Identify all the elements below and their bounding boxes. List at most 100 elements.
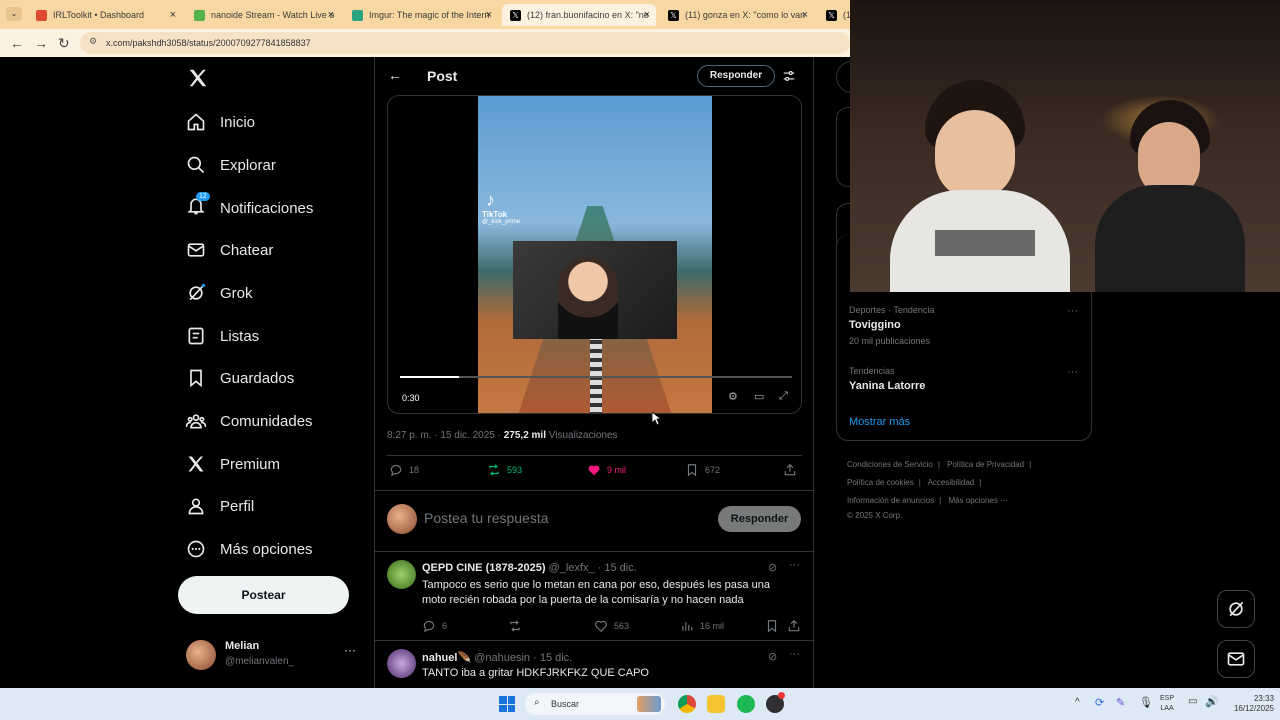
footer-link[interactable]: Información de anuncios (847, 496, 934, 505)
x-logo-icon[interactable] (187, 67, 209, 89)
reply-action[interactable]: 6 (422, 619, 447, 633)
chrome-icon[interactable] (678, 695, 696, 713)
picture-in-picture-icon[interactable]: ▭ (754, 390, 764, 403)
nav-item-premium[interactable]: Premium (186, 449, 280, 479)
spotify-icon[interactable] (737, 695, 755, 713)
more-dots-icon[interactable]: ··· (789, 648, 800, 660)
account-switcher[interactable]: Melian @melianvalen_ ··· (186, 637, 366, 671)
nav-item-inicio[interactable]: Inicio (186, 107, 255, 137)
account-handle: @melianvalen_ (225, 656, 295, 667)
bookmark-action[interactable]: 672 (685, 463, 720, 477)
show-more-link[interactable]: Mostrar más (849, 416, 910, 428)
chevron-up-icon[interactable]: ^ (1075, 697, 1080, 708)
video-progress-bar[interactable] (400, 376, 792, 378)
messages-floating-button[interactable] (1217, 640, 1255, 678)
back-arrow-icon[interactable]: ← (388, 67, 402, 83)
nav-item-notificaciones[interactable]: 12 Notificaciones (186, 192, 313, 223)
comment-handle[interactable]: @nahuesin (474, 652, 530, 664)
close-icon[interactable]: × (486, 9, 492, 21)
reply-header-button[interactable]: Responder (697, 65, 775, 87)
close-icon[interactable]: × (802, 9, 808, 21)
url-bar[interactable]: ⚙ x.com/pakshdh3058/status/2000709277841… (80, 32, 850, 54)
browser-tab[interactable]: 𝕏 (11) gonza en X: "como lo van × (660, 4, 814, 26)
microphone-icon[interactable]: 🎙 (1139, 696, 1153, 709)
comment-handle[interactable]: @_lexfx_ (549, 562, 595, 574)
trend-item[interactable]: Deportes · Tendencia Toviggino 20 mil pu… (849, 305, 1081, 355)
settings-icon[interactable]: ⚙ (728, 390, 738, 403)
tiktok-label: TikTok (482, 210, 508, 219)
browser-tab[interactable]: IRLToolkit • Dashboard × (28, 4, 182, 26)
nav-item-grok[interactable]: Grok (186, 278, 253, 308)
close-icon[interactable]: × (328, 9, 334, 21)
footer-link[interactable]: Más opciones ··· (948, 496, 1008, 505)
comment-item[interactable]: QEPD CINE (1878-2025) @_lexfx_ · 15 dic.… (375, 552, 813, 641)
reply-action[interactable]: 18 (389, 463, 419, 477)
tray-pen-icon[interactable]: ✎ (1116, 696, 1125, 709)
footer-link[interactable]: Política de cookies (847, 478, 914, 487)
comment-avatar (387, 560, 416, 589)
reply-button[interactable]: Responder (718, 506, 801, 532)
nav-item-comunidades[interactable]: Comunidades (186, 406, 313, 436)
nav-item-explorar[interactable]: Explorar (186, 150, 276, 180)
envelope-icon (1227, 652, 1245, 666)
browser-tab[interactable]: Imgur: The magic of the Intern × (344, 4, 498, 26)
footer-link[interactable]: Política de Privacidad (947, 460, 1024, 469)
nav-item-listas[interactable]: Listas (186, 321, 259, 351)
search-icon (187, 156, 205, 174)
comment-item[interactable]: nahuel🪶 @nahuesin · 15 dic. ⊘ ··· TANTO … (375, 641, 813, 688)
tray-app-icon[interactable]: ⟳ (1095, 696, 1104, 709)
tab-search-button[interactable]: ⌄ (6, 7, 22, 21)
close-icon[interactable]: × (644, 9, 650, 21)
grok-floating-button[interactable] (1217, 590, 1255, 628)
more-dots-icon[interactable]: ··· (1067, 366, 1078, 378)
trend-item[interactable]: Tendencias Yanina Latorre ··· (849, 366, 1081, 400)
video-player[interactable]: ♪ TikTok @_kick_prime 0:30 ⚙ ▭ ⤢ (387, 95, 802, 414)
share-action[interactable] (787, 619, 807, 633)
grok-icon[interactable]: ⊘ (768, 561, 777, 574)
repost-action[interactable]: 593 (487, 463, 522, 477)
more-dots-icon[interactable]: ··· (1067, 305, 1078, 317)
file-explorer-icon[interactable] (707, 695, 725, 713)
reply-input[interactable]: Postea tu respuesta (424, 510, 549, 526)
comment-author[interactable]: nahuel🪶 (422, 652, 471, 664)
fullscreen-icon[interactable]: ⤢ (779, 390, 788, 403)
bookmark-action[interactable] (765, 619, 785, 633)
postear-button[interactable]: Postear (178, 576, 349, 614)
repost-icon (489, 464, 499, 476)
browser-tab-active[interactable]: 𝕏 (12) fran.buonifacino en X: "no × (502, 4, 656, 26)
envelope-icon (187, 243, 205, 257)
like-action[interactable]: 9 mil (587, 463, 626, 477)
obs-icon[interactable] (766, 692, 785, 713)
browser-tab[interactable]: nanoide Stream - Watch Live o × (186, 4, 340, 26)
comment-author[interactable]: QEPD CINE (1878-2025) (422, 562, 546, 574)
tab-title: (11) gonza en X: "como lo van (685, 10, 806, 20)
grok-icon[interactable]: ⊘ (768, 650, 777, 663)
taskbar-search[interactable]: ⌕ Buscar (525, 693, 665, 715)
language-indicator[interactable]: ESP LAA (1160, 694, 1174, 714)
like-action[interactable]: 563 (594, 619, 629, 633)
views-action[interactable]: 16 mil (680, 619, 724, 633)
nav-item-mas-opciones[interactable]: Más opciones (186, 534, 313, 564)
close-icon[interactable]: × (170, 9, 176, 21)
footer-link[interactable]: Accesibilidad (928, 478, 975, 487)
nav-item-chatear[interactable]: Chatear (186, 235, 273, 265)
display-icon[interactable]: ▭ (1188, 696, 1197, 707)
back-arrow-icon[interactable]: ← (10, 35, 24, 51)
nav-item-guardados[interactable]: Guardados (186, 363, 294, 393)
volume-icon[interactable]: 🔊 (1205, 695, 1219, 708)
tiktok-logo-icon: ♪ (486, 190, 495, 210)
nav-item-perfil[interactable]: Perfil (186, 491, 254, 521)
share-action[interactable] (783, 463, 803, 477)
clock[interactable]: 23:33 16/12/2025 (1222, 694, 1274, 714)
settings-sliders-icon[interactable] (782, 69, 796, 88)
footer-link[interactable]: Condiciones de Servicio (847, 460, 933, 469)
repost-action[interactable] (508, 619, 528, 633)
more-dots-icon[interactable]: ··· (789, 559, 800, 571)
reload-icon[interactable]: ↻ (58, 35, 70, 52)
site-info-icon[interactable]: ⚙ (89, 36, 97, 47)
bookmark-count: 672 (705, 465, 721, 475)
forward-arrow-icon[interactable]: → (34, 35, 48, 51)
more-dots-icon[interactable]: ··· (344, 643, 356, 657)
windows-start-icon[interactable] (499, 696, 515, 712)
browser-tab[interactable]: 𝕏 (1 (818, 4, 850, 26)
